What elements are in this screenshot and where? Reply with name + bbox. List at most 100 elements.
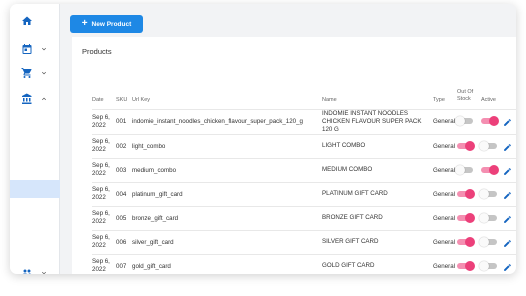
cell-sku: 001 bbox=[116, 108, 132, 134]
plus-icon: + bbox=[81, 18, 88, 29]
edit-icon[interactable] bbox=[503, 191, 512, 200]
cell-type: General bbox=[433, 108, 457, 134]
cell-sku: 007 bbox=[116, 253, 132, 274]
cell-name: GOLD GIFT CARD bbox=[322, 253, 433, 274]
sidebar-item-cart[interactable] bbox=[10, 64, 60, 82]
chevron-down-icon bbox=[42, 47, 46, 51]
cell-name: INDOMIE INSTANT NOODLES CHICKEN FLAVOUR … bbox=[322, 108, 433, 134]
toggle-knob bbox=[455, 164, 465, 175]
cell-name: PLATINUM GIFT CARD bbox=[322, 181, 433, 206]
new-product-button[interactable]: + New Product bbox=[70, 15, 143, 33]
table-row[interactable]: Sep 6, 2022 002 light_combo LIGHT COMBO Gene… bbox=[92, 133, 516, 158]
products-title: Products bbox=[82, 47, 112, 56]
out-of-stock-toggle[interactable] bbox=[457, 236, 475, 247]
col-header-active[interactable]: Active bbox=[481, 87, 516, 109]
table-header-row: Date SKU Url Key Name Type Out Of Stock … bbox=[92, 87, 516, 109]
active-toggle[interactable] bbox=[481, 116, 499, 127]
calendar-icon bbox=[22, 44, 32, 54]
active-toggle[interactable] bbox=[479, 212, 497, 223]
cell-name: BRONZE GIFT CARD bbox=[322, 205, 433, 230]
active-toggle[interactable] bbox=[479, 236, 497, 247]
cell-out-of-stock bbox=[457, 253, 481, 274]
cell-url-key: silver_gift_card bbox=[132, 229, 322, 254]
main-area: + New Product Products Date SKU Url Key … bbox=[60, 4, 516, 274]
cell-active bbox=[479, 205, 516, 230]
cell-url-key: bronze_gift_card bbox=[132, 205, 322, 230]
out-of-stock-toggle[interactable] bbox=[455, 116, 473, 127]
cell-out-of-stock bbox=[457, 205, 481, 230]
col-header-out-of-stock[interactable]: Out Of Stock bbox=[457, 87, 481, 109]
cell-url-key: gold_gift_card bbox=[132, 253, 322, 274]
toggle-knob bbox=[465, 188, 475, 199]
cell-date: Sep 6, 2022 bbox=[92, 157, 116, 182]
toggle-knob bbox=[479, 236, 489, 247]
cell-date: Sep 6, 2022 bbox=[92, 133, 116, 158]
new-product-label: New Product bbox=[91, 20, 132, 28]
toggle-knob bbox=[489, 164, 499, 175]
active-toggle[interactable] bbox=[481, 164, 499, 175]
cell-sku: 006 bbox=[116, 229, 132, 254]
edit-icon[interactable] bbox=[503, 167, 512, 176]
cell-out-of-stock bbox=[455, 108, 481, 134]
out-of-stock-toggle[interactable] bbox=[455, 164, 473, 175]
cell-date: Sep 6, 2022 bbox=[92, 253, 116, 274]
cell-date: Sep 6, 2022 bbox=[92, 181, 116, 206]
col-header-date[interactable]: Date bbox=[92, 87, 116, 109]
toggle-knob bbox=[479, 140, 489, 151]
edit-icon[interactable] bbox=[503, 143, 512, 152]
cell-active bbox=[479, 253, 516, 274]
edit-icon[interactable] bbox=[503, 118, 512, 127]
edit-icon[interactable] bbox=[503, 239, 512, 248]
cell-sku: 005 bbox=[116, 205, 132, 230]
cell-name: SILVER GIFT CARD bbox=[322, 229, 433, 254]
users-icon bbox=[22, 269, 32, 274]
toggle-knob bbox=[465, 261, 475, 272]
cell-sku: 002 bbox=[116, 133, 132, 158]
active-toggle[interactable] bbox=[479, 188, 497, 199]
products-table: Date SKU Url Key Name Type Out Of Stock … bbox=[92, 87, 516, 274]
cell-type: General bbox=[433, 205, 457, 230]
cell-out-of-stock bbox=[457, 133, 481, 158]
sidebar-item-selected[interactable] bbox=[10, 180, 60, 198]
edit-icon[interactable] bbox=[503, 215, 512, 224]
col-header-type[interactable]: Type bbox=[433, 87, 457, 109]
cell-sku: 003 bbox=[116, 157, 132, 182]
bank-icon bbox=[22, 93, 32, 104]
sidebar-item-calendar[interactable] bbox=[10, 40, 60, 58]
col-header-sku[interactable]: SKU bbox=[116, 87, 132, 109]
cell-type: General bbox=[433, 133, 457, 158]
cell-type: General bbox=[433, 157, 457, 182]
out-of-stock-toggle[interactable] bbox=[457, 140, 475, 151]
table-row[interactable]: Sep 6, 2022 006 silver_gift_card SILVER GIF… bbox=[92, 229, 516, 254]
sidebar-item-bank[interactable] bbox=[10, 90, 60, 108]
out-of-stock-toggle[interactable] bbox=[457, 261, 475, 272]
cell-out-of-stock bbox=[457, 229, 481, 254]
cell-name: LIGHT COMBO bbox=[322, 133, 433, 158]
out-of-stock-toggle[interactable] bbox=[457, 212, 475, 223]
toggle-knob bbox=[479, 261, 489, 272]
table-row[interactable]: Sep 6, 2022 005 bronze_gift_card BRONZE GIF… bbox=[92, 205, 516, 230]
sidebar-item-users[interactable] bbox=[10, 264, 60, 274]
toggle-knob bbox=[489, 116, 499, 127]
chevron-down-icon bbox=[42, 71, 46, 75]
toggle-knob bbox=[465, 212, 475, 223]
toggle-knob bbox=[479, 212, 489, 223]
col-header-url-key[interactable]: Url Key bbox=[132, 87, 322, 109]
active-toggle[interactable] bbox=[479, 261, 497, 272]
table-row[interactable]: Sep 6, 2022 001 indomie_instant_noodles_ch… bbox=[92, 108, 516, 134]
cell-type: General bbox=[433, 181, 457, 206]
table-row[interactable]: Sep 6, 2022 007 gold_gift_card GOLD GIFT CA… bbox=[92, 253, 516, 274]
table-row[interactable]: Sep 6, 2022 004 platinum_gift_card PLATINUM… bbox=[92, 181, 516, 206]
active-toggle[interactable] bbox=[479, 140, 497, 151]
cell-out-of-stock bbox=[455, 157, 481, 182]
out-of-stock-toggle[interactable] bbox=[457, 188, 475, 199]
col-header-name[interactable]: Name bbox=[322, 87, 433, 109]
cell-out-of-stock bbox=[457, 181, 481, 206]
cell-type: General bbox=[433, 229, 457, 254]
topbar: + New Product bbox=[60, 4, 516, 34]
table-row[interactable]: Sep 6, 2022 003 medium_combo MEDIUM COMBO Ge… bbox=[92, 157, 516, 182]
chevron-up-icon bbox=[42, 97, 46, 101]
cell-active bbox=[481, 157, 516, 182]
edit-icon[interactable] bbox=[503, 263, 512, 272]
sidebar-item-home[interactable] bbox=[10, 12, 60, 30]
